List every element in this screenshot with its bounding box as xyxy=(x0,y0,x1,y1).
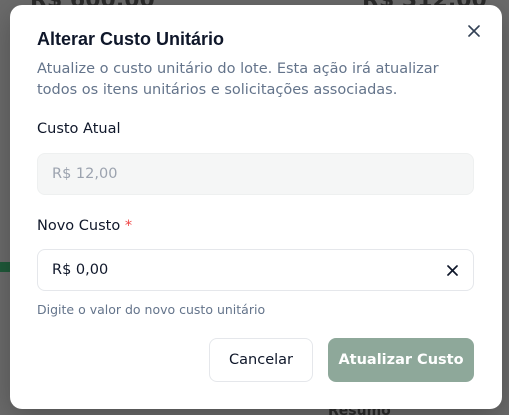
required-indicator: * xyxy=(124,218,133,234)
cancel-button[interactable]: Cancelar xyxy=(209,338,313,382)
current-cost-input xyxy=(37,153,474,195)
new-cost-helper-text: Digite o valor do novo custo unitário xyxy=(37,302,266,317)
clear-input-button[interactable] xyxy=(445,263,459,277)
new-cost-label: Novo Custo * xyxy=(37,218,132,234)
new-cost-label-text: Novo Custo xyxy=(37,218,121,234)
current-cost-label: Custo Atual xyxy=(37,121,121,137)
dialog-title: Alterar Custo Unitário xyxy=(37,29,225,49)
close-icon xyxy=(468,25,480,37)
clear-icon xyxy=(446,264,458,276)
update-cost-dialog: Alterar Custo Unitário Atualize o custo … xyxy=(10,5,502,409)
dialog-description: Atualize o custo unitário do lote. Esta … xyxy=(37,61,439,98)
close-button[interactable] xyxy=(464,21,484,41)
new-cost-input[interactable] xyxy=(37,249,474,291)
update-cost-button[interactable]: Atualizar Custo xyxy=(328,338,474,382)
